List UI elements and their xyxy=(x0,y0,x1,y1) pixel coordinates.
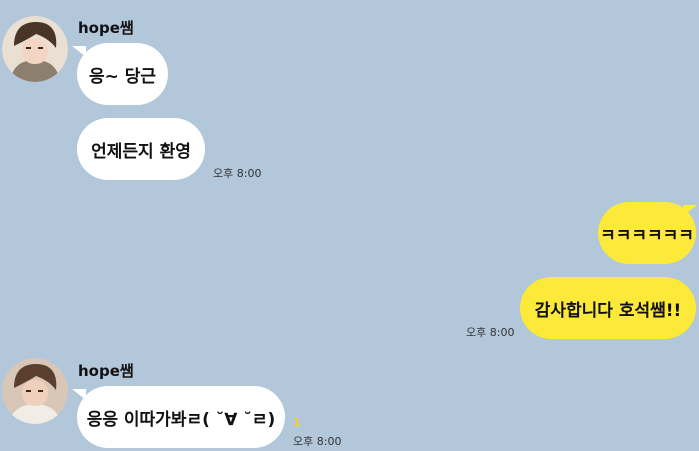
sender-name: hope쌤 xyxy=(78,362,134,380)
message-bubble[interactable]: ㅋㅋㅋㅋㅋㅋ xyxy=(598,202,696,264)
message-bubble[interactable]: 응응 이따가봐ㄹ( ˘∀ ˘ㄹ) xyxy=(77,386,285,448)
unread-count: 1 xyxy=(293,416,301,429)
sender-avatar[interactable] xyxy=(2,16,68,82)
message-bubble[interactable]: 응~ 당근 xyxy=(77,43,168,105)
message-time: 오후 8:00 xyxy=(293,435,342,448)
message-time: 오후 8:00 xyxy=(213,167,262,180)
profile-photo-icon xyxy=(2,16,68,82)
message-time: 오후 8:00 xyxy=(466,326,515,339)
sender-avatar[interactable] xyxy=(2,358,68,424)
message-bubble[interactable]: 언제든지 환영 xyxy=(77,118,205,180)
sender-name: hope쌤 xyxy=(78,19,134,37)
message-bubble[interactable]: 감사합니다 호석쌤!! xyxy=(520,277,696,339)
profile-photo-icon xyxy=(2,358,68,424)
